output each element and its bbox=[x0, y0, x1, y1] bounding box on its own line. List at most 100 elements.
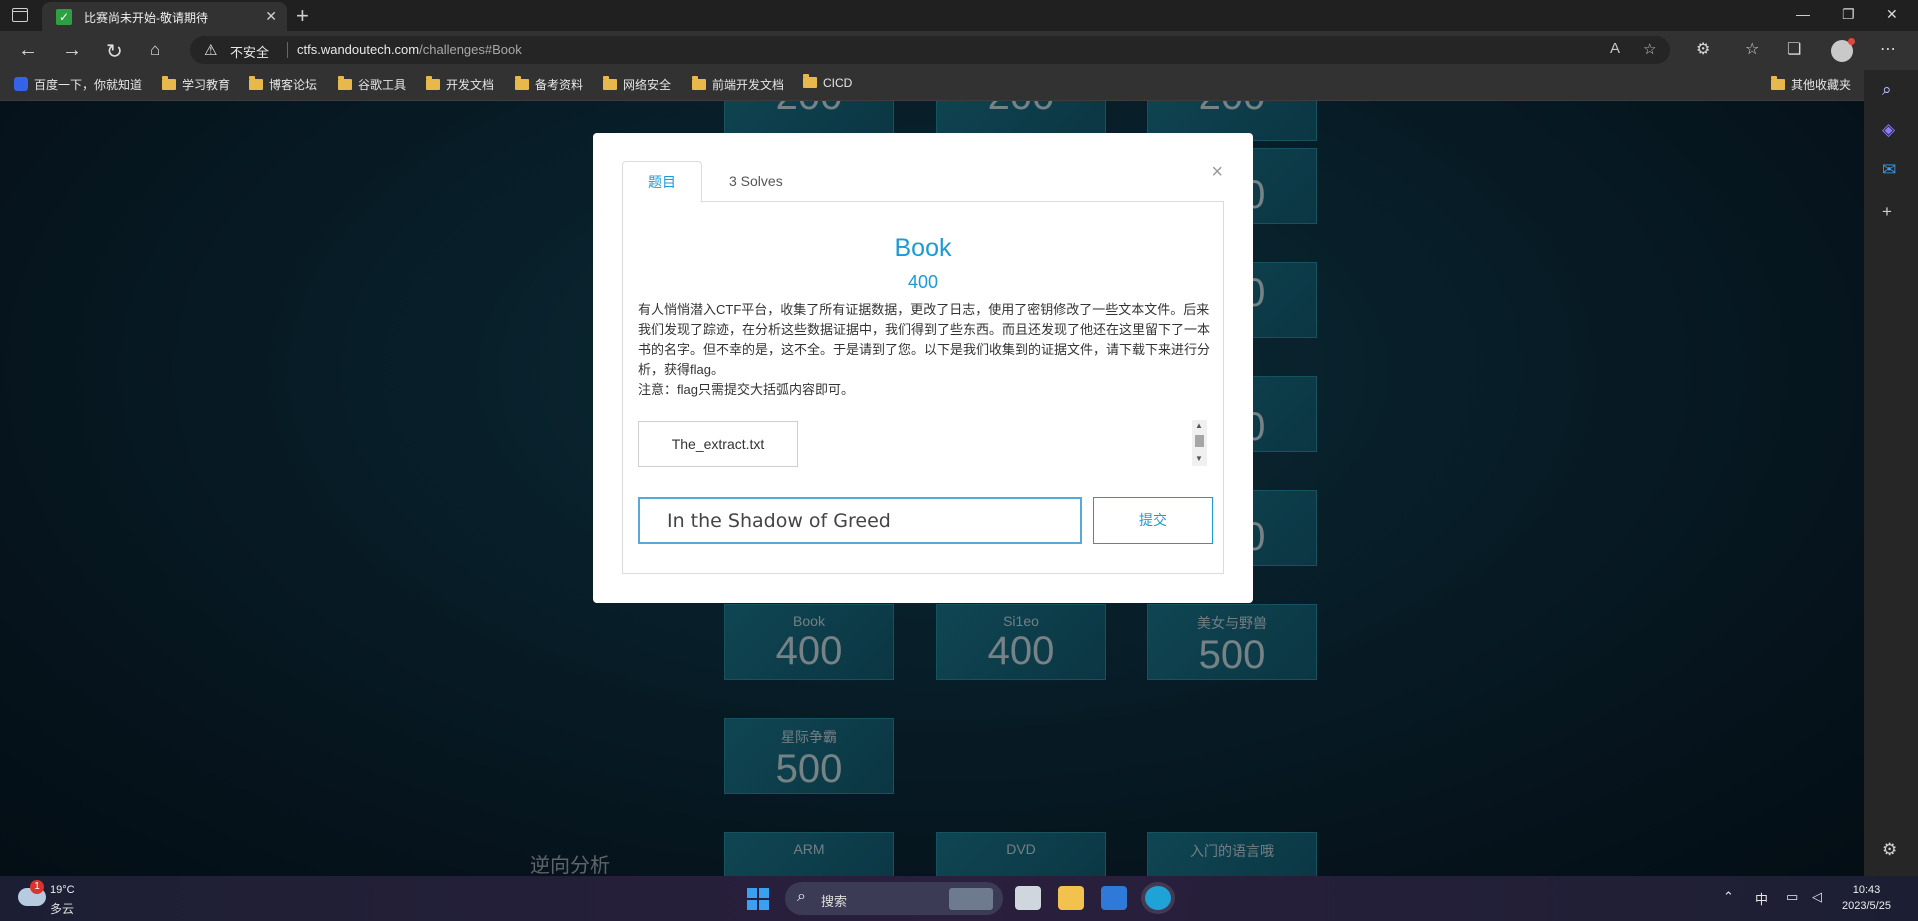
bookmark-folder[interactable]: 谷歌工具 bbox=[338, 76, 406, 93]
challenge-description: 有人悄悄潜入CTF平台，收集了所有证据数据，更改了日志，使用了密钥修改了一些文本… bbox=[638, 300, 1213, 400]
browser-sidebar: ⌕ ◈ ✉ + ⚙ bbox=[1864, 70, 1918, 876]
weather-temperature: 19°C bbox=[50, 884, 75, 896]
restore-icon[interactable]: ❐ bbox=[1842, 6, 1855, 23]
network-icon[interactable]: ▭ bbox=[1786, 889, 1798, 905]
bookmark-folder[interactable]: 前端开发文档 bbox=[692, 76, 784, 93]
window-close-icon[interactable]: ✕ bbox=[1886, 6, 1898, 23]
minimize-icon[interactable]: — bbox=[1796, 6, 1810, 22]
modal-tabs: 题目 3 Solves bbox=[622, 161, 1224, 203]
file-explorer-icon[interactable] bbox=[1058, 886, 1084, 910]
system-clock[interactable]: 10:43 2023/5/25 bbox=[1842, 882, 1891, 914]
search-highlight-icon bbox=[949, 888, 993, 910]
clock-time: 10:43 bbox=[1852, 884, 1881, 896]
folder-icon bbox=[603, 76, 617, 90]
bookmark-label: 开发文档 bbox=[446, 78, 495, 92]
bookmark-label: 备考资料 bbox=[535, 78, 584, 92]
browser-tab-active[interactable]: ✓ 比赛尚未开始-敬请期待 ✕ bbox=[42, 2, 287, 31]
url-bar[interactable]: ⚠ 不安全 ctfs.wandoutech.com/challenges#Boo… bbox=[190, 36, 1670, 64]
bookmark-baidu[interactable]: 百度一下，你就知道 bbox=[14, 76, 142, 93]
bookmark-folder[interactable]: 博客论坛 bbox=[249, 76, 317, 93]
bookmark-label: CICD bbox=[823, 76, 853, 90]
site-favicon-icon: ✓ bbox=[56, 9, 72, 25]
search-label: 搜索 bbox=[821, 894, 848, 909]
tray-overflow-icon[interactable]: ⌃ bbox=[1723, 889, 1734, 905]
forward-icon[interactable]: → bbox=[62, 39, 82, 62]
bookmark-folder[interactable]: CICD bbox=[803, 74, 853, 90]
bookmark-label: 学习教育 bbox=[182, 78, 231, 92]
bookmark-folder[interactable]: 学习教育 bbox=[162, 76, 230, 93]
folder-icon bbox=[162, 76, 176, 90]
bookmark-label: 博客论坛 bbox=[269, 78, 318, 92]
search-icon[interactable]: ⌕ bbox=[1882, 80, 1892, 100]
folder-icon bbox=[803, 74, 817, 88]
bookmark-label: 前端开发文档 bbox=[712, 78, 785, 92]
notification-badge: 1 bbox=[30, 880, 44, 894]
new-tab-icon[interactable]: + bbox=[296, 3, 309, 29]
tab-solves[interactable]: 3 Solves bbox=[704, 161, 808, 202]
copilot-icon[interactable]: ◈ bbox=[1882, 120, 1895, 140]
add-sidebar-app-icon[interactable]: + bbox=[1882, 202, 1892, 222]
scroll-thumb[interactable] bbox=[1195, 435, 1204, 447]
folder-icon bbox=[1771, 76, 1785, 90]
favorites-icon[interactable]: ☆ bbox=[1745, 39, 1759, 59]
extensions-icon[interactable]: ⚙ bbox=[1696, 39, 1710, 59]
insecure-label[interactable]: 不安全 bbox=[230, 42, 269, 61]
file-download-button[interactable]: The_extract.txt bbox=[638, 421, 798, 467]
challenge-points: 400 bbox=[907, 272, 939, 292]
address-toolbar: ← → ↻ ⌂ ⚠ 不安全 ctfs.wandoutech.com/challe… bbox=[0, 31, 1918, 70]
taskbar: 1 19°C 多云 ⌕ 搜索 ⌃ 中 ▭ ◁ 10:43 2023/5/25 bbox=[0, 876, 1918, 921]
bookmark-label: 谷歌工具 bbox=[358, 78, 407, 92]
scroll-up-icon[interactable]: ▲ bbox=[1195, 421, 1203, 430]
refresh-icon[interactable]: ↻ bbox=[106, 39, 123, 64]
search-icon: ⌕ bbox=[797, 888, 806, 905]
add-favorite-icon[interactable]: ☆ bbox=[1643, 40, 1656, 58]
bookmarks-bar: 百度一下，你就知道 学习教育 博客论坛 谷歌工具 开发文档 备考资料 网络安全 … bbox=[0, 70, 1918, 101]
challenges-page: 200 200 200 ...vo500 500 ...子500 ...on50… bbox=[0, 101, 1864, 876]
folder-icon bbox=[515, 76, 529, 90]
tab-close-icon[interactable]: ✕ bbox=[265, 8, 277, 25]
bookmark-folder[interactable]: 备考资料 bbox=[515, 76, 583, 93]
scroll-down-icon[interactable]: ▼ bbox=[1195, 454, 1203, 463]
warning-icon[interactable]: ⚠ bbox=[204, 41, 217, 59]
volume-icon[interactable]: ◁ bbox=[1812, 889, 1822, 905]
url-host: ctfs.wandoutech.com bbox=[297, 42, 420, 57]
taskbar-search[interactable]: ⌕ 搜索 bbox=[785, 882, 1003, 915]
folder-icon bbox=[692, 76, 706, 90]
clock-date: 2023/5/25 bbox=[1842, 900, 1891, 912]
bookmark-folder[interactable]: 网络安全 bbox=[603, 76, 671, 93]
read-aloud-icon[interactable]: A bbox=[1610, 40, 1620, 57]
edge-browser-icon[interactable] bbox=[1145, 886, 1171, 910]
bookmark-folder[interactable]: 开发文档 bbox=[426, 76, 494, 93]
url-path: /challenges#Book bbox=[419, 42, 522, 57]
ime-indicator[interactable]: 中 bbox=[1755, 889, 1768, 908]
challenge-panel: Book 400 有人悄悄潜入CTF平台，收集了所有证据数据，更改了日志，使用了… bbox=[622, 202, 1224, 574]
windows-start-icon[interactable] bbox=[747, 888, 769, 910]
bookmark-label: 其他收藏夹 bbox=[1791, 78, 1852, 92]
other-bookmarks-folder[interactable]: 其他收藏夹 bbox=[1771, 76, 1851, 93]
url-text[interactable]: ctfs.wandoutech.com/challenges#Book bbox=[297, 42, 522, 57]
browser-titlebar: ✓ 比赛尚未开始-敬请期待 ✕ + — ❐ ✕ bbox=[0, 0, 1918, 31]
files-scrollbar[interactable]: ▲ ▼ bbox=[1192, 420, 1207, 466]
submit-button[interactable]: 提交 bbox=[1093, 497, 1213, 544]
folder-icon bbox=[338, 76, 352, 90]
baidu-icon bbox=[14, 77, 28, 91]
profile-avatar[interactable] bbox=[1831, 38, 1855, 62]
description-text: 有人悄悄潜入CTF平台，收集了所有证据数据，更改了日志，使用了密钥修改了一些文本… bbox=[638, 302, 1211, 377]
challenge-modal: × 题目 3 Solves Book 400 有人悄悄潜入CTF平台，收集了所有… bbox=[593, 133, 1253, 603]
tab-challenge[interactable]: 题目 bbox=[622, 161, 702, 203]
back-icon[interactable]: ← bbox=[18, 39, 38, 62]
bookmark-label: 网络安全 bbox=[623, 78, 672, 92]
folder-icon bbox=[426, 76, 440, 90]
url-separator bbox=[287, 42, 288, 58]
home-icon[interactable]: ⌂ bbox=[150, 40, 160, 60]
flag-input[interactable] bbox=[638, 497, 1082, 544]
more-menu-icon[interactable]: ⋯ bbox=[1880, 39, 1896, 59]
store-icon[interactable] bbox=[1101, 886, 1127, 910]
collections-icon[interactable]: ❏ bbox=[1787, 39, 1801, 59]
bookmark-label: 百度一下，你就知道 bbox=[34, 78, 143, 92]
challenge-title: Book bbox=[894, 234, 952, 262]
settings-gear-icon[interactable]: ⚙ bbox=[1882, 840, 1897, 860]
task-view-icon[interactable] bbox=[1015, 886, 1041, 910]
tab-actions-icon[interactable] bbox=[12, 8, 28, 22]
outlook-icon[interactable]: ✉ bbox=[1882, 160, 1896, 180]
